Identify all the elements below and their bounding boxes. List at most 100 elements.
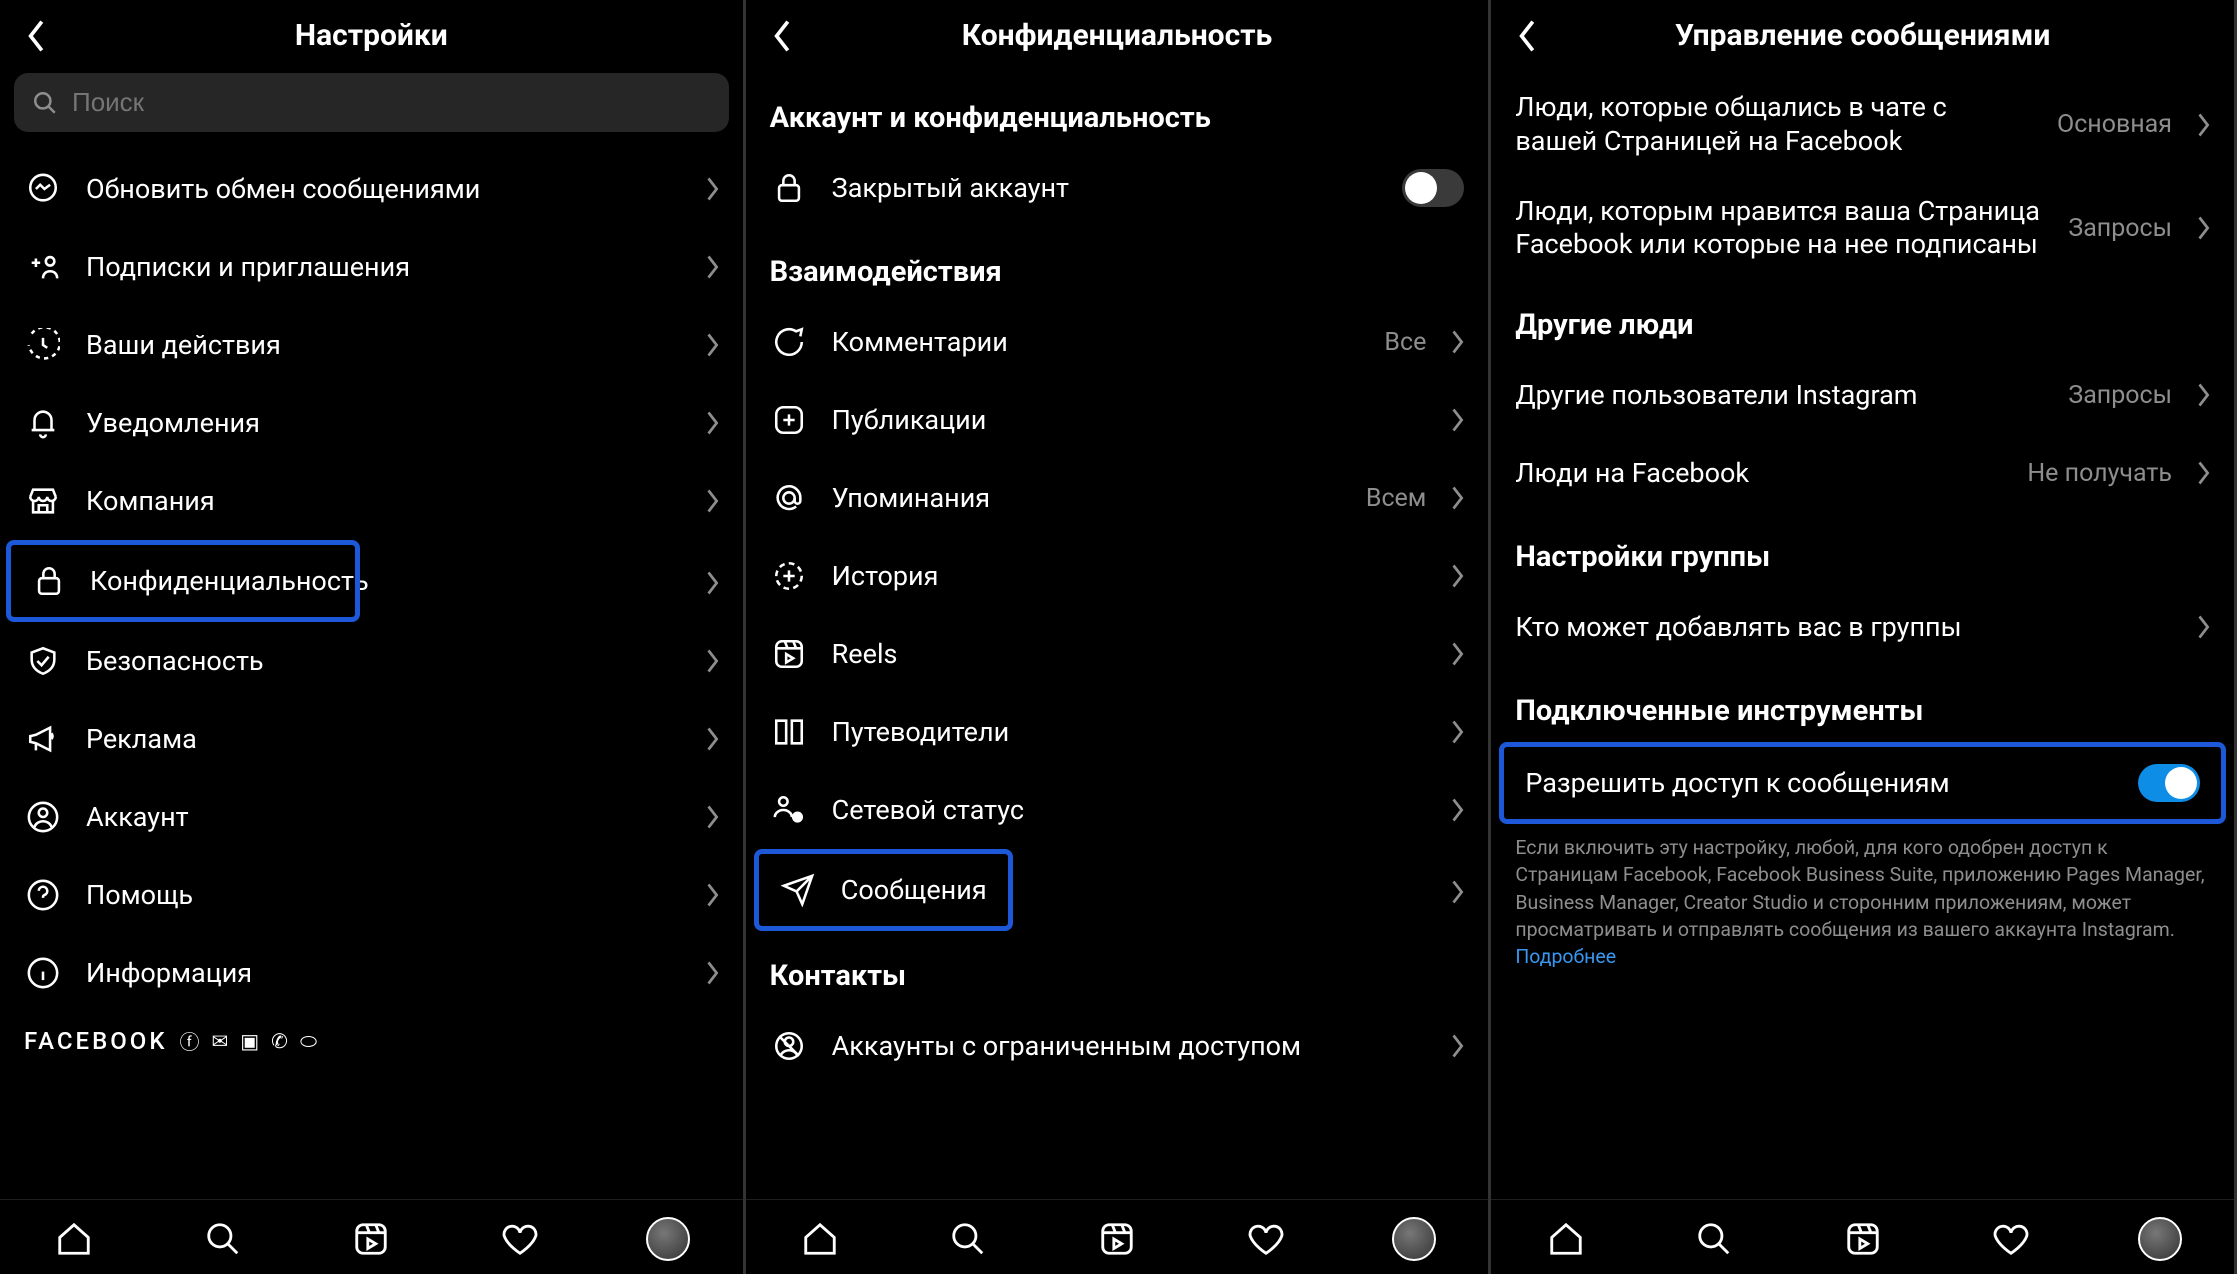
item-messages[interactable]: Сообщения (756, 851, 1011, 929)
tab-activity[interactable] (1986, 1214, 2036, 1264)
item-business[interactable]: Компания (0, 462, 743, 540)
tab-home[interactable] (49, 1214, 99, 1264)
plus-square-icon (770, 401, 808, 439)
item-label: Люди, которым нравится ваша Страница Fac… (1515, 195, 2044, 263)
clock-icon (24, 326, 62, 364)
item-value: Запросы (2068, 381, 2172, 410)
tab-search[interactable] (943, 1214, 993, 1264)
messenger-mini-icon: ✉ (212, 1029, 229, 1053)
brand-text: FACEBOOK (24, 1027, 168, 1055)
avatar (646, 1217, 690, 1261)
header: Управление сообщениями (1491, 0, 2234, 73)
item-about[interactable]: Информация (0, 934, 743, 1012)
item-label: Сообщения (841, 874, 987, 906)
item-label: Reels (832, 638, 1427, 670)
chevron-right-icon (705, 883, 719, 907)
section-title: Контакты (746, 931, 1489, 1007)
store-icon (24, 482, 62, 520)
page-title: Управление сообщениями (1511, 18, 2214, 53)
item-value: Основная (2057, 110, 2172, 139)
tab-home[interactable] (1541, 1214, 1591, 1264)
page-title: Настройки (20, 18, 723, 53)
tabbar (746, 1199, 1489, 1274)
item-value: Не получать (2027, 459, 2172, 488)
section-title: Настройки группы (1491, 512, 2234, 588)
restricted-icon (770, 1027, 808, 1065)
tab-reels[interactable] (346, 1214, 396, 1264)
megaphone-icon (24, 720, 62, 758)
fb-logo-icon: ⓕ (180, 1026, 200, 1055)
chevron-right-icon (705, 411, 719, 435)
item-potential-page-chatted[interactable]: Люди, которые общались в чате с вашей Ст… (1491, 73, 2234, 177)
chevron-right-icon (705, 489, 719, 513)
shield-icon (24, 642, 62, 680)
item-other-facebook[interactable]: Люди на Facebook Не получать (1491, 434, 2234, 512)
chevron-right-icon (705, 961, 719, 985)
item-potential-page-likes[interactable]: Люди, которым нравится ваша Страница Fac… (1491, 177, 2234, 281)
info-icon (24, 954, 62, 992)
item-activity-status[interactable]: Сетевой статус (746, 771, 1489, 849)
avatar (2138, 1217, 2182, 1261)
item-activity[interactable]: Ваши действия (0, 306, 743, 384)
tab-profile[interactable] (2135, 1214, 2185, 1264)
lock-icon (32, 562, 66, 600)
item-label: Люди, которые общались в чате с вашей Ст… (1515, 91, 2033, 159)
item-security[interactable]: Безопасность (0, 622, 743, 700)
tab-activity[interactable] (495, 1214, 545, 1264)
item-help[interactable]: Помощь (0, 856, 743, 934)
chevron-right-icon (705, 649, 719, 673)
helper-text: Если включить эту настройку, любой, для … (1491, 824, 2234, 980)
tab-profile[interactable] (1389, 1214, 1439, 1264)
item-follow-invite[interactable]: Подписки и приглашения (0, 228, 743, 306)
item-group-add[interactable]: Кто может добавлять вас в группы (1491, 588, 2234, 666)
at-icon (770, 479, 808, 517)
tab-home[interactable] (795, 1214, 845, 1264)
item-value: Все (1384, 328, 1426, 357)
helper-link[interactable]: Подробнее (1515, 945, 1616, 968)
item-account[interactable]: Аккаунт (0, 778, 743, 856)
screen-settings: Настройки Обновить обмен сообщениями Под… (0, 0, 746, 1274)
item-story[interactable]: История (746, 537, 1489, 615)
tab-search[interactable] (198, 1214, 248, 1264)
tab-reels[interactable] (1838, 1214, 1888, 1264)
tabbar (1491, 1199, 2234, 1274)
item-reels[interactable]: Reels (746, 615, 1489, 693)
item-ads[interactable]: Реклама (0, 700, 743, 778)
bell-icon (24, 404, 62, 442)
item-mentions[interactable]: Упоминания Всем (746, 459, 1489, 537)
chevron-right-icon (705, 177, 719, 201)
item-label: Люди на Facebook (1515, 457, 2003, 489)
item-private-account[interactable]: Закрытый аккаунт (746, 149, 1489, 227)
toggle-allow-access[interactable] (2138, 764, 2200, 802)
tab-activity[interactable] (1241, 1214, 1291, 1264)
chevron-right-icon (2196, 461, 2210, 485)
search-field[interactable] (72, 87, 711, 118)
item-label: Кто может добавлять вас в группы (1515, 611, 2172, 643)
item-posts[interactable]: Публикации (746, 381, 1489, 459)
item-guides[interactable]: Путеводители (746, 693, 1489, 771)
messenger-icon (24, 170, 62, 208)
section-title: Подключенные инструменты (1491, 666, 2234, 742)
item-label: Аккаунт (86, 801, 681, 833)
search-input[interactable] (14, 73, 729, 132)
helper-body: Если включить эту настройку, любой, для … (1515, 836, 2204, 941)
instagram-mini-icon: ▣ (240, 1029, 259, 1053)
tab-search[interactable] (1689, 1214, 1739, 1264)
toggle-private-account[interactable] (1402, 169, 1464, 207)
item-allow-access[interactable]: Разрешить доступ к сообщениям (1501, 744, 2224, 822)
item-privacy[interactable]: Конфиденциальность (8, 542, 358, 620)
item-label: Компания (86, 485, 681, 517)
item-update-messaging[interactable]: Обновить обмен сообщениями (0, 150, 743, 228)
tab-profile[interactable] (643, 1214, 693, 1264)
oculus-mini-icon: ⬭ (300, 1029, 317, 1053)
item-label: Конфиденциальность (90, 565, 369, 597)
chevron-right-icon (2196, 383, 2210, 407)
chevron-right-icon (1450, 486, 1464, 510)
item-notifications[interactable]: Уведомления (0, 384, 743, 462)
tab-reels[interactable] (1092, 1214, 1142, 1264)
tabbar (0, 1199, 743, 1274)
chevron-right-icon (1450, 408, 1464, 432)
item-comments[interactable]: Комментарии Все (746, 303, 1489, 381)
item-restricted[interactable]: Аккаунты с ограниченным доступом (746, 1007, 1489, 1085)
item-other-instagram[interactable]: Другие пользователи Instagram Запросы (1491, 356, 2234, 434)
